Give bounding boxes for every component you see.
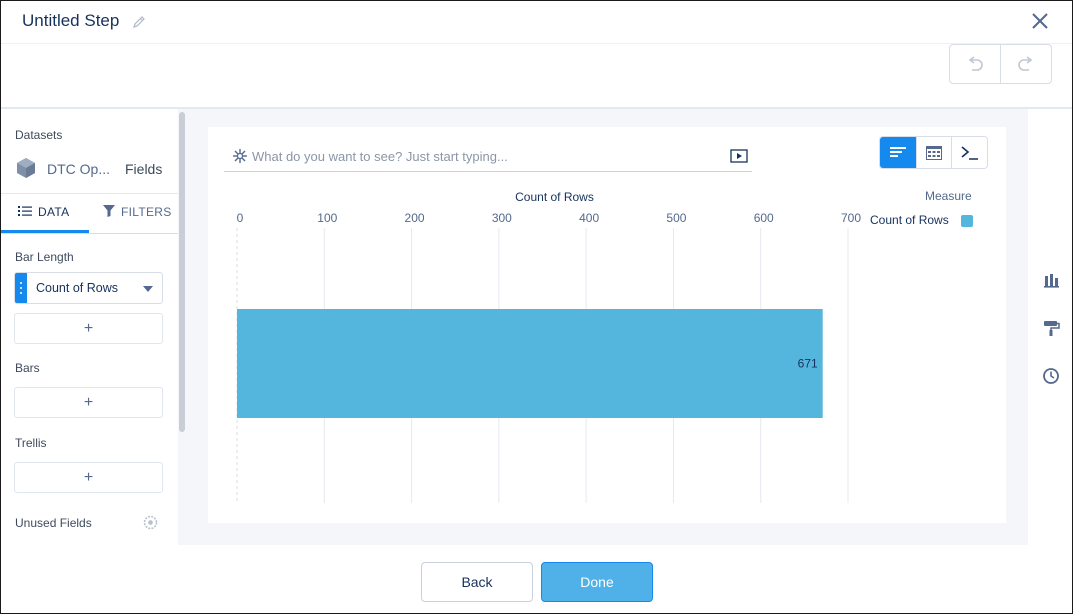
dataset-name[interactable]: DTC Op... (47, 161, 110, 177)
x-tick-label: 200 (405, 211, 425, 225)
tab-filters[interactable]: FILTERS (103, 205, 172, 233)
legend-title: Measure (925, 189, 972, 203)
bar-chart: Count of Rows 0 100 200 300 400 500 600 700 671 (236, 190, 861, 503)
drag-handle[interactable] (15, 273, 27, 303)
filter-icon (103, 205, 115, 217)
x-tick-label: 300 (492, 211, 512, 225)
bar (237, 309, 823, 418)
tab-divider (1, 233, 178, 234)
x-tick-label: 600 (754, 211, 774, 225)
chart-view-button[interactable] (880, 137, 916, 168)
chevron-down-icon[interactable] (143, 286, 153, 292)
bar-length-field-label: Count of Rows (36, 281, 118, 295)
x-tick-label: 500 (666, 211, 686, 225)
dataset-icon (17, 158, 35, 178)
header-divider (1, 43, 1072, 44)
paint-roller-icon[interactable] (1042, 319, 1060, 337)
settings-icon[interactable] (143, 515, 158, 530)
x-tick-label: 700 (841, 211, 861, 225)
x-tick-label: 400 (579, 211, 599, 225)
saql-view-button[interactable] (951, 137, 987, 168)
step-title[interactable]: Untitled Step (22, 11, 119, 31)
clock-icon[interactable] (1042, 367, 1060, 385)
table-view-button[interactable] (915, 137, 952, 168)
query-search-input[interactable] (252, 144, 722, 168)
table-icon (925, 145, 942, 160)
sparkle-icon (233, 149, 247, 163)
bars-label: Bars (15, 361, 40, 375)
add-trellis-button[interactable]: + (14, 462, 163, 493)
terminal-icon (961, 145, 978, 160)
tab-data-label: DATA (38, 205, 70, 219)
list-icon (18, 206, 32, 216)
redo-icon (1018, 56, 1033, 71)
bar-chart-icon[interactable] (1042, 271, 1060, 289)
close-icon[interactable] (1029, 10, 1051, 32)
undo-button[interactable] (950, 45, 1000, 83)
trellis-label: Trellis (15, 436, 47, 450)
bar-length-field-pill[interactable]: Count of Rows (14, 272, 163, 304)
x-tick-label: 100 (317, 211, 337, 225)
x-axis-title: Count of Rows (515, 190, 594, 204)
dataset-divider (1, 193, 178, 194)
view-toggle-group (879, 136, 988, 169)
datasets-label: Datasets (15, 128, 63, 142)
legend-swatch (961, 215, 973, 227)
undo-icon (968, 56, 983, 71)
scrollbar-thumb[interactable] (179, 112, 185, 432)
fields-link[interactable]: Fields (125, 161, 162, 177)
pencil-icon[interactable] (132, 15, 146, 29)
x-tick-label: 0 (237, 211, 244, 225)
bar-length-label: Bar Length (15, 250, 74, 264)
unused-fields-label: Unused Fields (15, 516, 92, 530)
search-underline (224, 171, 752, 172)
back-button[interactable]: Back (421, 562, 533, 602)
tab-data[interactable]: DATA (18, 205, 69, 233)
add-bars-button[interactable]: + (14, 387, 163, 418)
bar-data-label: 671 (798, 357, 818, 371)
redo-button[interactable] (1000, 45, 1051, 83)
tab-filters-label: FILTERS (121, 205, 172, 219)
bar-chart-icon (889, 146, 906, 157)
play-icon[interactable] (730, 149, 748, 163)
undo-redo-group (949, 44, 1052, 84)
add-bar-length-button[interactable]: + (14, 313, 163, 344)
legend-series-label: Count of Rows (870, 213, 949, 227)
done-button[interactable]: Done (541, 562, 653, 602)
